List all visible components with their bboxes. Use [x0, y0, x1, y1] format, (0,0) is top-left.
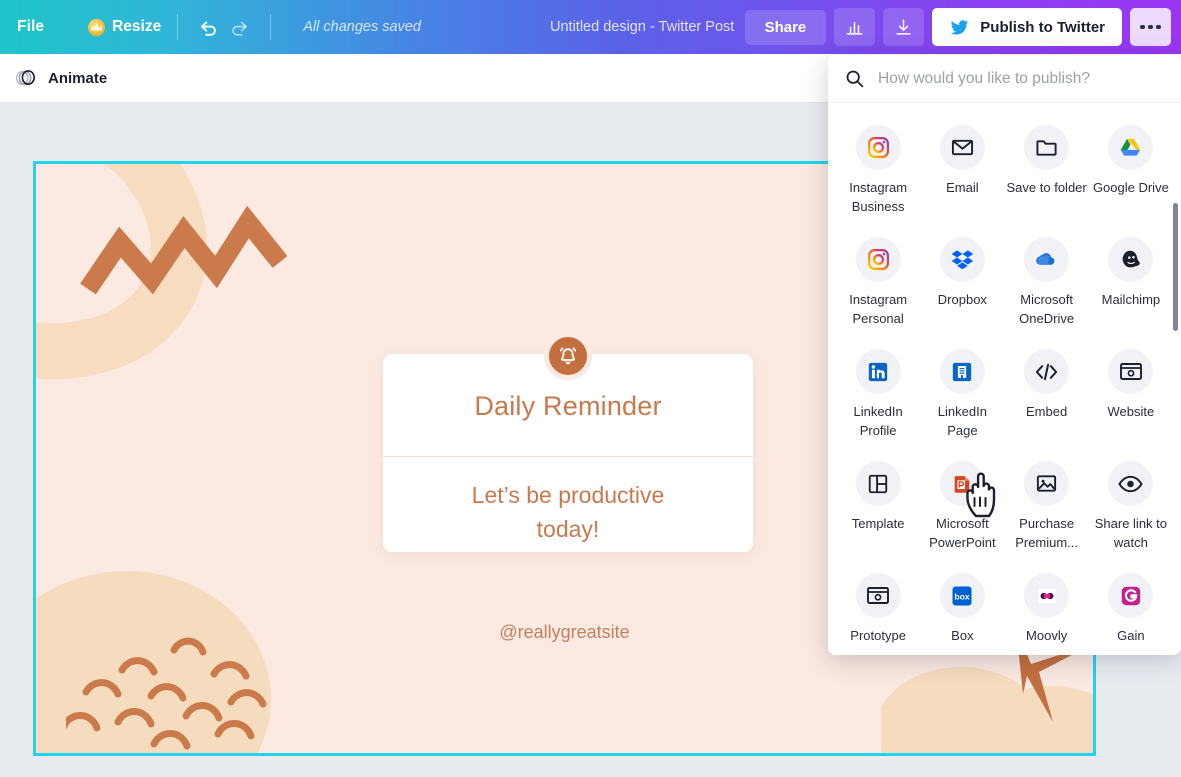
publish-option-label: Mailchimp — [1101, 292, 1161, 308]
publish-option-label: LinkedIn Page — [937, 404, 987, 438]
publish-option-website[interactable]: Website — [1089, 341, 1173, 449]
dropdown-scrollbar-thumb[interactable] — [1173, 203, 1178, 331]
publish-option-label: Microsoft OneDrive — [1019, 292, 1075, 326]
publish-options-grid: Instagram Business Email Save to folder … — [828, 103, 1181, 655]
publish-to-twitter-button[interactable]: Publish to Twitter — [932, 8, 1122, 46]
stats-button[interactable] — [834, 8, 876, 46]
download-button[interactable] — [883, 8, 925, 46]
resize-button[interactable]: Resize — [88, 18, 161, 36]
animate-label: Animate — [48, 69, 108, 87]
overlapping-circles-icon — [15, 70, 35, 86]
publish-search-bar[interactable] — [828, 55, 1181, 103]
code-brackets-icon — [1024, 349, 1070, 395]
card-subtitle: Let’s be productive today! — [383, 457, 753, 546]
publish-option-label: Email — [946, 180, 979, 195]
publish-option-template[interactable]: Template — [836, 453, 920, 561]
publish-option-box[interactable]: box Box — [920, 565, 1004, 655]
publish-option-label: Microsoft PowerPoint — [929, 516, 996, 550]
publish-option-instagram-business[interactable]: Instagram Business — [836, 117, 920, 225]
publish-option-embed[interactable]: Embed — [1005, 341, 1089, 449]
divider — [270, 14, 272, 40]
publish-option-prototype[interactable]: Prototype — [836, 565, 920, 655]
eye-icon — [1108, 461, 1154, 507]
card-subtitle-line2: today! — [536, 516, 600, 542]
publish-option-moovly[interactable]: Moovly — [1005, 565, 1089, 655]
more-horizontal-icon — [1156, 24, 1161, 30]
top-actions: Share Publish to Twitter — [744, 8, 1171, 46]
publish-option-mailchimp[interactable]: Mailchimp — [1089, 229, 1173, 337]
publish-option-label: Instagram Personal — [849, 292, 908, 326]
resize-label: Resize — [112, 18, 162, 35]
publish-option-instagram-personal[interactable]: Instagram Personal — [836, 229, 920, 337]
save-status: All changes saved — [303, 19, 421, 35]
publish-option-label: Instagram Business — [849, 180, 908, 214]
instagram-icon — [855, 237, 901, 283]
publish-option-label: Website — [1107, 404, 1155, 420]
search-icon — [846, 70, 864, 88]
publish-option-label: Box — [951, 628, 974, 644]
publish-option-label: Save to folder — [1006, 180, 1087, 195]
gain-icon — [1108, 573, 1154, 619]
template-layout-icon — [855, 461, 901, 507]
publish-option-save-to-folder[interactable]: Save to folder — [1005, 117, 1089, 225]
publish-option-label: Share link to watch — [1094, 516, 1167, 550]
publish-option-linkedin-profile[interactable]: LinkedIn Profile — [836, 341, 920, 449]
linkedin-page-icon — [939, 349, 985, 395]
bell-icon — [544, 332, 592, 380]
publish-dropdown: Instagram Business Email — [828, 55, 1181, 655]
card-subtitle-line1: Let’s be productive — [471, 482, 665, 508]
publish-label: Publish to Twitter — [980, 18, 1105, 36]
zigzag-decoration — [80, 205, 288, 295]
divider — [177, 14, 179, 40]
powerpoint-icon — [939, 461, 985, 507]
instagram-icon — [855, 125, 901, 170]
publish-option-google-drive[interactable]: Google Drive — [1089, 117, 1173, 225]
publish-option-label: LinkedIn Profile — [853, 404, 903, 438]
folder-icon — [1024, 125, 1070, 170]
publish-option-microsoft-powerpoint[interactable]: Microsoft PowerPoint — [920, 453, 1004, 561]
more-horizontal-icon — [1140, 24, 1145, 30]
search-input[interactable] — [878, 69, 1165, 88]
envelope-icon — [939, 125, 985, 170]
more-options-button[interactable] — [1130, 8, 1171, 46]
google-drive-icon — [1108, 125, 1154, 170]
undo-icon[interactable] — [194, 12, 224, 42]
publish-option-label: Embed — [1026, 404, 1068, 420]
reminder-card[interactable]: Daily Reminder Let’s be productive today… — [383, 332, 753, 552]
redo-icon[interactable] — [224, 12, 254, 42]
publish-option-label: Moovly — [1026, 628, 1068, 644]
publish-option-label: Dropbox — [937, 292, 987, 308]
publish-option-linkedin-page[interactable]: LinkedIn Page — [920, 341, 1004, 449]
publish-option-gain[interactable]: Gain — [1089, 565, 1173, 655]
publish-option-purchase-premium[interactable]: Purchase Premium... — [1005, 453, 1089, 561]
publish-option-share-link-to-watch[interactable]: Share link to watch — [1089, 453, 1173, 561]
publish-option-label: Template — [851, 516, 905, 532]
onedrive-cloud-icon — [1024, 237, 1070, 283]
publish-option-microsoft-onedrive[interactable]: Microsoft OneDrive — [1005, 229, 1089, 337]
more-horizontal-icon — [1148, 24, 1153, 30]
twitter-bird-icon — [951, 19, 969, 35]
svg-text:box: box — [955, 591, 970, 601]
box-icon: box — [939, 573, 985, 619]
file-menu-button[interactable]: File — [17, 18, 44, 36]
publish-option-label: Purchase Premium... — [1015, 516, 1079, 550]
publish-option-label: Google Drive — [1092, 180, 1169, 195]
top-toolbar: File Resize All changes saved Untitled d… — [0, 0, 1181, 54]
moovly-icon — [1024, 573, 1070, 619]
canva-editor-window: File Resize All changes saved Untitled d… — [0, 0, 1181, 777]
design-title[interactable]: Untitled design - Twitter Post — [550, 19, 734, 35]
publish-option-label: Prototype — [850, 628, 906, 644]
mailchimp-icon — [1108, 237, 1154, 283]
linkedin-icon — [855, 349, 901, 395]
animate-button[interactable]: Animate — [14, 67, 107, 89]
share-button[interactable]: Share — [744, 9, 827, 45]
publish-option-email[interactable]: Email — [920, 117, 1004, 225]
publish-option-label: Gain — [1117, 628, 1145, 644]
dropbox-icon — [939, 237, 985, 283]
crown-icon — [88, 18, 106, 36]
image-icon — [1024, 461, 1070, 507]
website-icon — [1108, 349, 1154, 395]
prototype-icon — [855, 573, 901, 619]
publish-option-dropbox[interactable]: Dropbox — [920, 229, 1004, 337]
